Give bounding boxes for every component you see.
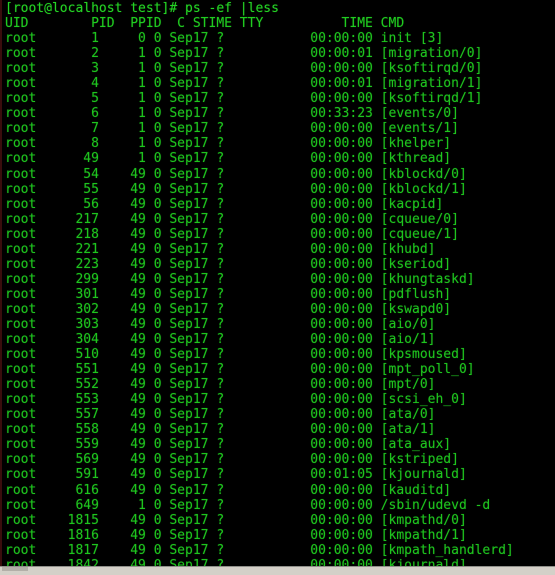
ps-row: root 551 49 0 Sep17 ? 00:00:00 [mpt_poll… <box>5 362 475 378</box>
shell-prompt-line: [root@localhost test]# ps -ef |less <box>5 1 279 16</box>
ps-row: root 304 49 0 Sep17 ? 00:00:00 [aio/1] <box>5 332 436 348</box>
ps-row: root 301 49 0 Sep17 ? 00:00:00 [pdflush] <box>5 286 452 302</box>
ps-row: root 616 49 0 Sep17 ? 00:00:00 [kauditd] <box>5 482 452 498</box>
ps-row: root 558 49 0 Sep17 ? 00:00:00 [ata/1] <box>5 422 436 438</box>
terminal-window: [root@localhost test]# ps -ef |less UID … <box>0 0 555 575</box>
ps-row: root 1 0 0 Sep17 ? 00:00:00 init [3] <box>5 31 444 47</box>
ps-row: root 552 49 0 Sep17 ? 00:00:00 [mpt/0] <box>5 377 436 393</box>
ps-process-list: root 1 0 0 Sep17 ? 00:00:00 init [3] root… <box>0 31 555 566</box>
ps-row: root 510 49 0 Sep17 ? 00:00:00 [kpsmouse… <box>5 347 467 363</box>
ps-row: root 217 49 0 Sep17 ? 00:00:00 [cqueue/0… <box>5 211 459 227</box>
ps-row: root 1842 49 0 Sep17 ? 00:00:00 [kjourna… <box>5 557 467 566</box>
ps-row: root 2 1 0 Sep17 ? 00:00:01 [migration/0… <box>5 46 483 62</box>
window-resize-grip[interactable] <box>2 567 28 571</box>
ps-row: root 299 49 0 Sep17 ? 00:00:00 [khungtas… <box>5 271 475 287</box>
ps-row: root 3 1 0 Sep17 ? 00:00:00 [ksoftirqd/0… <box>5 61 483 77</box>
ps-row: root 6 1 0 Sep17 ? 00:33:23 [events/0] <box>5 106 459 122</box>
ps-row: root 1815 49 0 Sep17 ? 00:00:00 [kmpathd… <box>5 512 467 528</box>
window-bottom-bar <box>0 566 555 575</box>
ps-row: root 1816 49 0 Sep17 ? 00:00:00 [kmpathd… <box>5 527 467 543</box>
ps-row: root 223 49 0 Sep17 ? 00:00:00 [kseriod] <box>5 256 452 272</box>
ps-row: root 54 49 0 Sep17 ? 00:00:00 [kblockd/0… <box>5 166 467 182</box>
ps-row: root 649 1 0 Sep17 ? 00:00:00 /sbin/udev… <box>5 497 491 513</box>
ps-row: root 55 49 0 Sep17 ? 00:00:00 [kblockd/1… <box>5 181 467 197</box>
window-left-edge <box>0 0 2 566</box>
ps-row: root 569 49 0 Sep17 ? 00:00:00 [kstriped… <box>5 452 459 468</box>
ps-row: root 221 49 0 Sep17 ? 00:00:00 [khubd] <box>5 241 436 257</box>
ps-row: root 5 1 0 Sep17 ? 00:00:00 [ksoftirqd/1… <box>5 91 483 107</box>
ps-row: root 4 1 0 Sep17 ? 00:00:01 [migration/1… <box>5 76 483 92</box>
ps-row: root 49 1 0 Sep17 ? 00:00:00 [kthread] <box>5 151 452 167</box>
ps-row: root 7 1 0 Sep17 ? 00:00:00 [events/1] <box>5 121 459 137</box>
ps-row: root 302 49 0 Sep17 ? 00:00:00 [kswapd0] <box>5 301 452 317</box>
ps-row: root 557 49 0 Sep17 ? 00:00:00 [ata/0] <box>5 407 436 423</box>
ps-row: root 559 49 0 Sep17 ? 00:00:00 [ata_aux] <box>5 437 452 453</box>
ps-column-header: UID PID PPID C STIME TTY TIME CMD <box>5 16 405 32</box>
ps-row: root 8 1 0 Sep17 ? 00:00:00 [khelper] <box>5 136 452 152</box>
terminal-screen[interactable]: [root@localhost test]# ps -ef |less UID … <box>0 0 555 566</box>
ps-row: root 1817 49 0 Sep17 ? 00:00:00 [kmpath_… <box>5 542 514 558</box>
ps-row: root 303 49 0 Sep17 ? 00:00:00 [aio/0] <box>5 316 436 332</box>
ps-row: root 218 49 0 Sep17 ? 00:00:00 [cqueue/1… <box>5 226 459 242</box>
ps-row: root 553 49 0 Sep17 ? 00:00:00 [scsi_eh_… <box>5 392 467 408</box>
ps-row: root 56 49 0 Sep17 ? 00:00:00 [kacpid] <box>5 196 444 212</box>
ps-row: root 591 49 0 Sep17 ? 00:01:05 [kjournal… <box>5 467 467 483</box>
